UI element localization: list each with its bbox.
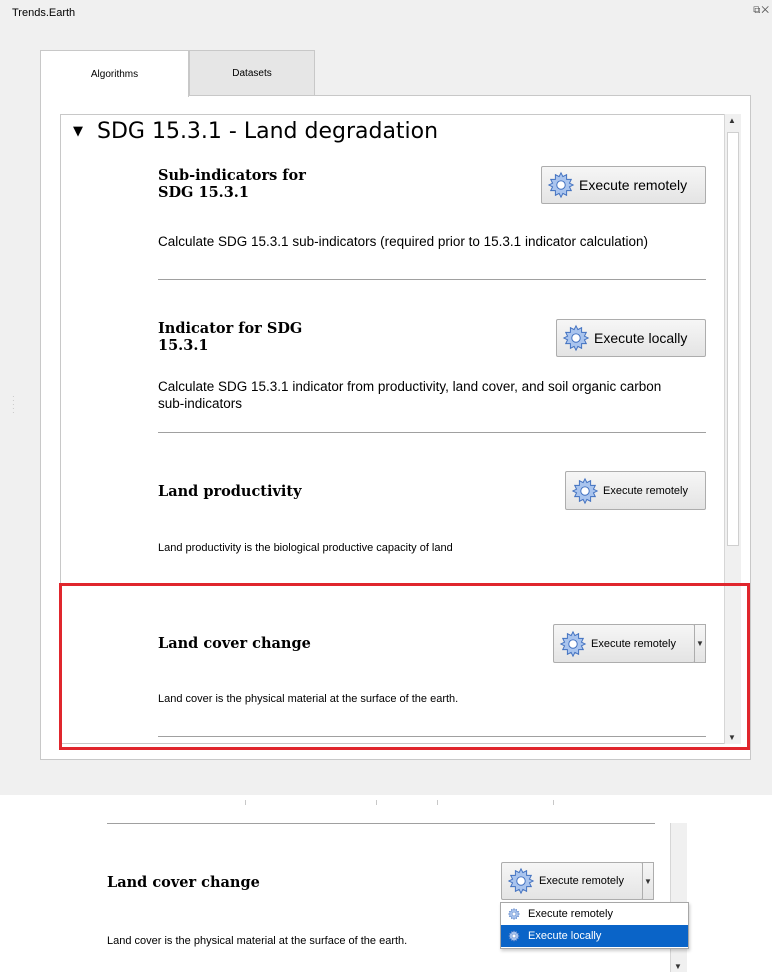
divider bbox=[158, 279, 706, 280]
algorithm-title-line: Sub-indicators for bbox=[158, 167, 306, 184]
scroll-up-icon[interactable]: ▲ bbox=[728, 116, 736, 125]
gear-icon bbox=[507, 907, 521, 921]
button-label: Execute remotely bbox=[539, 875, 624, 887]
trends-earth-panel: Trends.Earth ⧉✕ · · · · · Algorithms Dataset… bbox=[0, 0, 772, 795]
execute-remotely-button[interactable]: Execute remotely bbox=[501, 862, 643, 900]
execute-mode-menu: Execute remotely Execute locally bbox=[500, 902, 689, 949]
algorithm-title: Sub-indicators for SDG 15.3.1 bbox=[158, 167, 306, 201]
algorithm-title: Indicator for SDG 15.3.1 bbox=[158, 320, 302, 354]
algorithm-description: Calculate SDG 15.3.1 indicator from prod… bbox=[158, 378, 661, 412]
dock-handle-icon[interactable]: · · · · · bbox=[12, 393, 15, 417]
gear-icon bbox=[546, 170, 576, 200]
float-close-icons[interactable]: ⧉✕ bbox=[753, 5, 770, 16]
execute-locally-button[interactable]: Execute locally bbox=[556, 319, 706, 357]
highlight-box bbox=[59, 583, 750, 750]
panel-title: Trends.Earth bbox=[12, 7, 76, 19]
description-line: sub-indicators bbox=[158, 396, 243, 411]
menu-item-label: Execute locally bbox=[528, 930, 602, 942]
scroll-thumb[interactable] bbox=[727, 132, 739, 546]
menu-item-label: Execute remotely bbox=[528, 908, 613, 920]
execute-mode-dropdown[interactable]: ▼ bbox=[642, 862, 654, 900]
algorithm-description: Land cover is the physical material at t… bbox=[107, 935, 408, 947]
algorithm-title-line: 15.3.1 bbox=[158, 337, 209, 354]
tab-algorithms-label: Algorithms bbox=[90, 68, 139, 80]
gear-icon bbox=[570, 476, 600, 506]
menu-item-execute-remotely[interactable]: Execute remotely bbox=[501, 903, 688, 925]
button-label: Execute remotely bbox=[603, 484, 688, 497]
divider bbox=[107, 823, 655, 824]
algorithm-title: Land cover change bbox=[107, 874, 260, 891]
button-label: Execute locally bbox=[594, 330, 688, 346]
group-title: SDG 15.3.1 - Land degradation bbox=[97, 119, 439, 144]
triangle-down-icon[interactable]: ▼ bbox=[73, 124, 83, 139]
tab-datasets-label: Datasets bbox=[232, 67, 272, 79]
chevron-down-icon: ▼ bbox=[644, 876, 652, 886]
vertical-scrollbar[interactable]: ▼ bbox=[670, 823, 687, 972]
gear-icon bbox=[507, 929, 521, 943]
gear-icon bbox=[506, 866, 536, 896]
algorithm-title-line: Indicator for SDG bbox=[158, 320, 303, 337]
gear-icon bbox=[561, 323, 591, 353]
execute-remotely-button[interactable]: Execute remotely bbox=[565, 471, 706, 510]
description-line: Calculate SDG 15.3.1 indicator from prod… bbox=[158, 379, 662, 394]
divider bbox=[158, 432, 706, 433]
tab-algorithms[interactable]: Algorithms bbox=[40, 50, 189, 97]
group-header[interactable]: ▼ SDG 15.3.1 - Land degradation bbox=[73, 119, 438, 144]
scroll-down-icon[interactable]: ▼ bbox=[674, 962, 682, 971]
algorithm-title: Land productivity bbox=[158, 483, 302, 500]
algorithm-description: Land productivity is the biological prod… bbox=[158, 542, 453, 554]
tab-datasets[interactable]: Datasets bbox=[189, 50, 315, 95]
algorithm-description: Calculate SDG 15.3.1 sub-indicators (req… bbox=[158, 234, 649, 249]
algorithm-title-line: SDG 15.3.1 bbox=[158, 184, 249, 201]
menu-item-execute-locally[interactable]: Execute locally bbox=[501, 925, 688, 947]
button-label: Execute remotely bbox=[579, 177, 688, 193]
execute-remotely-button[interactable]: Execute remotely bbox=[541, 166, 706, 204]
